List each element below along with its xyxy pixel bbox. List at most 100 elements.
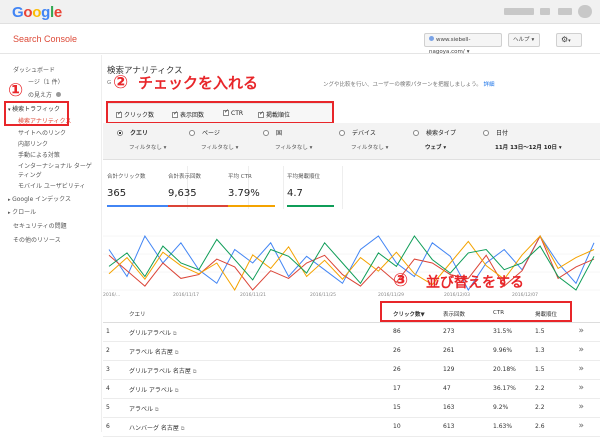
radio-icon: [483, 130, 489, 136]
annotation-step3-number: ③: [393, 270, 409, 291]
filter-device-value[interactable]: フィルタなし ▾: [351, 143, 388, 151]
column-query[interactable]: クエリ: [129, 310, 146, 318]
annotation-step2-text: チェックを入れる: [138, 74, 259, 92]
row-number: 2: [106, 347, 110, 354]
annotation-step3-box: [380, 301, 572, 322]
row-number: 3: [106, 366, 110, 373]
table-row[interactable]: 4 グリル アラベル ⧉ 17 47 36.17% 2.2 »: [103, 380, 600, 399]
details-link[interactable]: 詳細: [484, 82, 495, 88]
radio-icon: [189, 130, 195, 136]
radio-selected-icon: [117, 130, 123, 136]
console-header: Search Console www.siebell-nagoya.com/▾ …: [0, 24, 600, 55]
radio-icon: [413, 130, 419, 136]
account-email-blurred[interactable]: [504, 8, 534, 15]
sidebar-item-dashboard[interactable]: ダッシュボード: [13, 65, 55, 74]
table-row[interactable]: 6 ハンバーグ 名古屋 ⧉ 10 613 1.63% 2.6 »: [103, 418, 600, 437]
x-tick-label: 2016/11/17: [173, 293, 199, 298]
filter-search-type[interactable]: 検索タイプ ウェブ ▾: [413, 128, 456, 151]
table-row[interactable]: 5 アラベル ⧉ 15 163 9.2% 2.2 »: [103, 399, 600, 418]
row-query[interactable]: ハンバーグ 名古屋 ⧉: [129, 423, 185, 432]
row-clicks: 26: [393, 347, 401, 354]
google-logo[interactable]: Google: [12, 4, 62, 21]
row-clicks: 15: [393, 404, 401, 411]
series-color-bar: [228, 205, 275, 207]
chevron-down-icon: ▾: [466, 49, 470, 55]
top-bar: Google: [0, 0, 600, 24]
row-number: 4: [106, 385, 110, 392]
sidebar-item-messages[interactable]: ージ（1 件）: [28, 77, 64, 86]
table-row[interactable]: 1 グリルアラベル ⧉ 86 273 31.5% 1.5 »: [103, 323, 600, 342]
filter-page-value[interactable]: フィルタなし ▾: [201, 143, 238, 151]
row-query[interactable]: アラベル ⧉: [129, 404, 159, 413]
row-query[interactable]: グリルアラベル 名古屋 ⧉: [129, 366, 197, 375]
sidebar-item-links-to-site[interactable]: サイトへのリンク: [18, 128, 66, 137]
gear-icon[interactable]: ⚙▾: [556, 33, 582, 47]
x-tick-label: 2016/11/25: [310, 293, 336, 298]
app-title[interactable]: Search Console: [13, 34, 77, 44]
filter-date[interactable]: 日付 11月 13日～12月 10日 ▾: [483, 128, 562, 151]
sidebar-item-manual-actions[interactable]: 手動による対策: [18, 150, 60, 159]
filter-device[interactable]: デバイス フィルタなし ▾: [339, 128, 388, 151]
radio-icon: [339, 130, 345, 136]
external-link-icon[interactable]: ⧉: [173, 331, 177, 337]
sidebar-item-other-resources[interactable]: その他のリソース: [13, 235, 61, 244]
row-impressions: 261: [443, 347, 455, 354]
x-tick-label: 2016/12/03: [444, 293, 470, 298]
avatar[interactable]: [578, 5, 592, 18]
row-clicks: 17: [393, 385, 401, 392]
external-link-icon[interactable]: ⧉: [175, 388, 179, 394]
filter-search-type-value[interactable]: ウェブ ▾: [425, 143, 456, 151]
row-position: 2.6: [535, 423, 545, 430]
row-clicks: 10: [393, 423, 401, 430]
sidebar-item-crawl[interactable]: ▸ クロール: [8, 207, 36, 216]
annotation-step3-text: 並び替えをする: [426, 275, 524, 291]
filter-query[interactable]: クエリ フィルタなし ▾: [117, 128, 166, 151]
external-link-icon[interactable]: ⧉: [181, 426, 185, 432]
double-chevron-right-icon[interactable]: »: [578, 364, 584, 374]
apps-icon[interactable]: [540, 8, 550, 15]
table-row[interactable]: 3 グリルアラベル 名古屋 ⧉ 26 129 20.18% 1.5 »: [103, 361, 600, 380]
double-chevron-right-icon[interactable]: »: [578, 421, 584, 431]
filter-page[interactable]: ページ フィルタなし ▾: [189, 128, 238, 151]
filter-country[interactable]: 国フィルタなし ▾: [263, 128, 312, 151]
row-query[interactable]: グリルアラベル ⧉: [129, 328, 177, 337]
double-chevron-right-icon[interactable]: »: [578, 345, 584, 355]
row-query[interactable]: アラベル 名古屋 ⧉: [129, 347, 179, 356]
x-tick-label: 2016/12/07: [512, 293, 538, 298]
table-row[interactable]: 2 アラベル 名古屋 ⧉ 26 261 9.96% 1.3 »: [103, 342, 600, 361]
external-link-icon[interactable]: ⧉: [193, 369, 197, 375]
sidebar-item-google-index[interactable]: ▸ Google インデックス: [8, 194, 71, 203]
sidebar-item-internal-links[interactable]: 内部リンク: [18, 139, 48, 148]
double-chevron-right-icon[interactable]: »: [578, 383, 584, 393]
external-link-icon[interactable]: ⧉: [175, 350, 179, 356]
row-position: 2.2: [535, 404, 545, 411]
site-selector[interactable]: www.siebell-nagoya.com/▾: [424, 33, 502, 55]
x-tick-label: 2016/...: [103, 293, 121, 298]
sidebar-item-mobile-usability[interactable]: モバイル ユーザビリティ: [18, 181, 85, 190]
double-chevron-right-icon[interactable]: »: [578, 326, 584, 336]
row-position: 1.3: [535, 347, 545, 354]
sidebar-item-intl-targeting[interactable]: インターナショナル ターゲ ティング: [18, 161, 92, 179]
chevron-down-icon: ▾: [531, 37, 535, 43]
external-link-icon[interactable]: ⧉: [155, 407, 159, 413]
sidebar-item-security-issues[interactable]: セキュリティの問題: [13, 221, 67, 230]
series-color-bar: [287, 205, 334, 207]
row-number: 5: [106, 404, 110, 411]
annotation-step1-number: ①: [8, 80, 24, 101]
help-button[interactable]: ヘルプ ▾: [508, 33, 540, 47]
x-tick-label: 2016/11/21: [240, 293, 266, 298]
sidebar-item-search-appearance[interactable]: の見え方: [28, 90, 62, 99]
description-text: ングや比較を行い、ユーザーの検索パターンを把握しましょう。 詳細: [323, 82, 495, 88]
row-impressions: 129: [443, 366, 455, 373]
filter-country-value[interactable]: フィルタなし ▾: [275, 143, 312, 151]
row-ctr: 36.17%: [493, 385, 516, 392]
double-chevron-right-icon[interactable]: »: [578, 402, 584, 412]
row-impressions: 47: [443, 385, 451, 392]
filter-date-value[interactable]: 11月 13日～12月 10日 ▾: [495, 143, 562, 151]
row-query[interactable]: グリル アラベル ⧉: [129, 385, 179, 394]
row-ctr: 20.18%: [493, 366, 516, 373]
filter-query-value[interactable]: フィルタなし ▾: [129, 143, 166, 151]
notifications-icon[interactable]: [558, 8, 572, 15]
site-globe-icon: [429, 36, 434, 41]
annotation-step1-box: [4, 101, 69, 126]
